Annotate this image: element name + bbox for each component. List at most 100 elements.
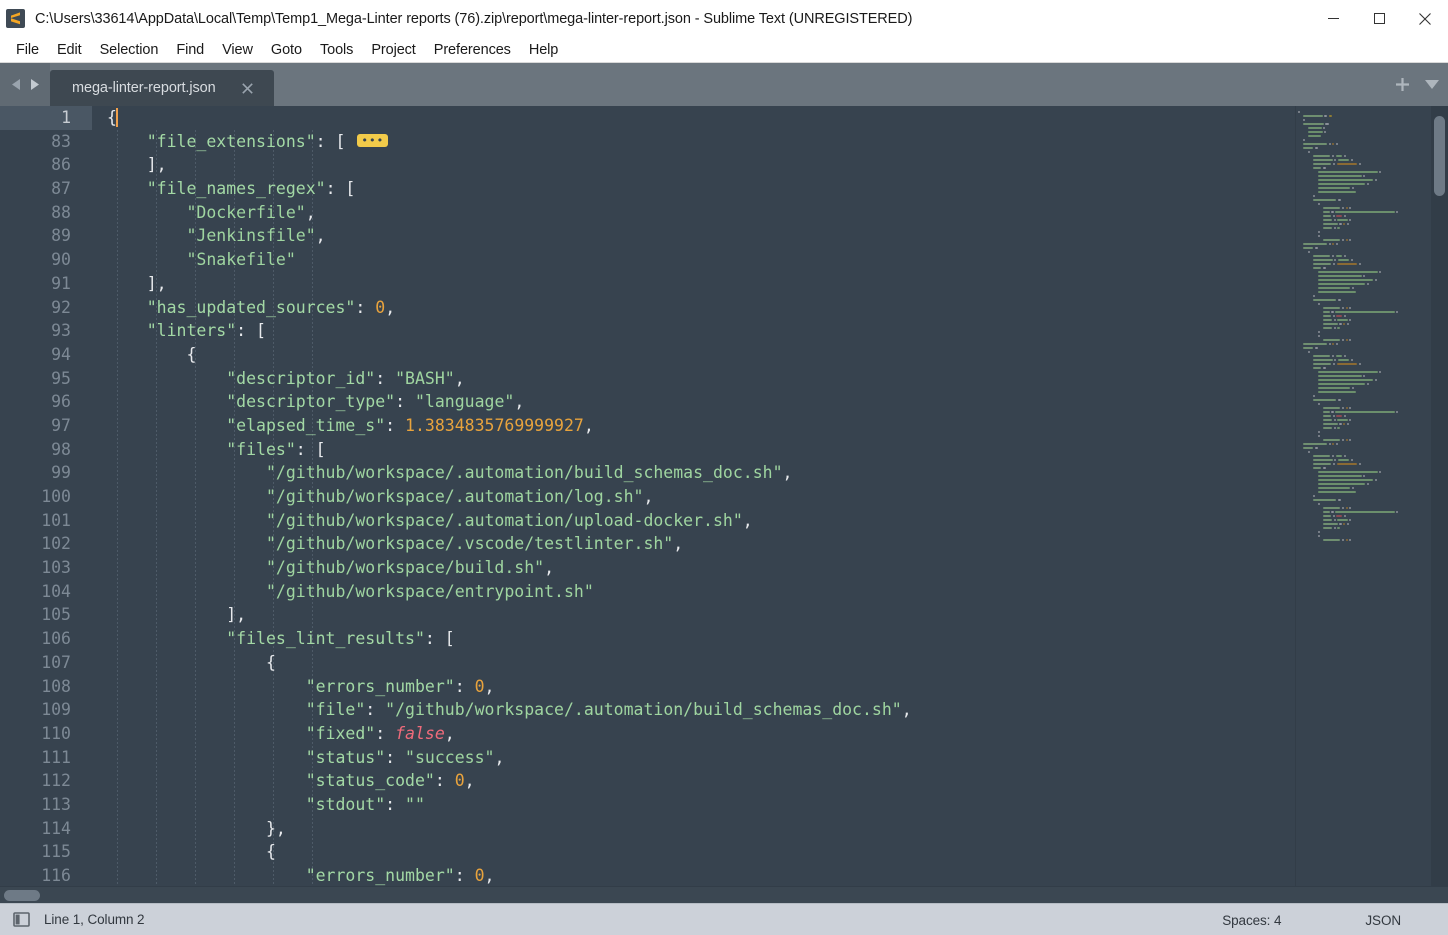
code-line[interactable]: 104 "/github/workspace/entrypoint.sh": [0, 580, 1295, 604]
line-number: 83: [0, 130, 92, 154]
menu-item-tools[interactable]: Tools: [311, 39, 362, 61]
code-line[interactable]: 103 "/github/workspace/build.sh",: [0, 556, 1295, 580]
code-line[interactable]: 111 "status": "success",: [0, 746, 1295, 770]
chevron-down-icon[interactable]: [1424, 79, 1440, 90]
code-line[interactable]: 101 "/github/workspace/.automation/uploa…: [0, 509, 1295, 533]
maximize-button[interactable]: [1356, 0, 1402, 37]
sublime-text-logo-icon: [6, 9, 25, 28]
line-number: 101: [0, 509, 92, 533]
code-line[interactable]: 96 "descriptor_type": "language",: [0, 390, 1295, 414]
line-number: 113: [0, 793, 92, 817]
code-line[interactable]: 105 ],: [0, 603, 1295, 627]
code-line-content: "stdout": "": [92, 793, 1295, 817]
horizontal-scrollbar-thumb[interactable]: [4, 890, 40, 901]
minimap-line: [1296, 538, 1448, 542]
code-line[interactable]: 98 "files": [: [0, 438, 1295, 462]
indentation-setting[interactable]: Spaces: 4: [1222, 913, 1281, 928]
code-line[interactable]: 88 "Dockerfile",: [0, 201, 1295, 225]
line-number: 104: [0, 580, 92, 604]
line-number: 86: [0, 153, 92, 177]
code-line-content: "Snakefile": [92, 248, 1295, 272]
line-number: 108: [0, 675, 92, 699]
code-line-content: ],: [92, 153, 1295, 177]
code-line[interactable]: 106 "files_lint_results": [: [0, 627, 1295, 651]
sidebar-toggle-icon[interactable]: [13, 911, 30, 928]
plus-icon[interactable]: [1395, 77, 1410, 92]
cursor-position[interactable]: Line 1, Column 2: [44, 912, 144, 927]
menu-item-help[interactable]: Help: [520, 39, 567, 61]
code-line-content: "Jenkinsfile",: [92, 224, 1295, 248]
code-line[interactable]: 1{: [0, 106, 1295, 130]
line-number: 107: [0, 651, 92, 675]
menu-item-selection[interactable]: Selection: [91, 39, 168, 61]
syntax-setting[interactable]: JSON: [1365, 913, 1401, 928]
editor-area[interactable]: 1{83 "file_extensions": [ •••86 ],87 "fi…: [0, 106, 1448, 886]
code-line[interactable]: 99 "/github/workspace/.automation/build_…: [0, 461, 1295, 485]
tab-mega-linter-report-json[interactable]: mega-linter-report.json: [50, 70, 274, 106]
code-line-content: "files_lint_results": [: [92, 627, 1295, 651]
code-line[interactable]: 116 "errors_number": 0,: [0, 864, 1295, 886]
code-line-content: "status": "success",: [92, 746, 1295, 770]
menu-item-project[interactable]: Project: [362, 39, 424, 61]
code-line[interactable]: 89 "Jenkinsfile",: [0, 224, 1295, 248]
line-number: 106: [0, 627, 92, 651]
code-line[interactable]: 97 "elapsed_time_s": 1.3834835769999927,: [0, 414, 1295, 438]
fold-marker-icon[interactable]: •••: [357, 134, 388, 147]
line-number: 100: [0, 485, 92, 509]
close-button[interactable]: [1402, 0, 1448, 37]
menu-item-file[interactable]: File: [7, 39, 48, 61]
triangle-left-icon[interactable]: [11, 78, 23, 91]
code-line[interactable]: 93 "linters": [: [0, 319, 1295, 343]
code-line-content: "fixed": false,: [92, 722, 1295, 746]
code-line[interactable]: 113 "stdout": "": [0, 793, 1295, 817]
minimize-button[interactable]: [1310, 0, 1356, 37]
menu-item-view[interactable]: View: [213, 39, 262, 61]
code-line[interactable]: 109 "file": "/github/workspace/.automati…: [0, 698, 1295, 722]
code-line[interactable]: 114 },: [0, 817, 1295, 841]
title-bar: C:\Users\33614\AppData\Local\Temp\Temp1_…: [0, 0, 1448, 37]
code-line[interactable]: 91 ],: [0, 272, 1295, 296]
code-line-content: "descriptor_type": "language",: [92, 390, 1295, 414]
code-line[interactable]: 90 "Snakefile": [0, 248, 1295, 272]
menu-item-edit[interactable]: Edit: [48, 39, 91, 61]
code-line-content: "/github/workspace/.automation/build_sch…: [92, 461, 1295, 485]
code-line[interactable]: 86 ],: [0, 153, 1295, 177]
horizontal-scrollbar[interactable]: [0, 886, 1448, 903]
triangle-right-icon[interactable]: [28, 78, 40, 91]
line-number: 96: [0, 390, 92, 414]
code-view[interactable]: 1{83 "file_extensions": [ •••86 ],87 "fi…: [0, 106, 1295, 886]
code-line[interactable]: 110 "fixed": false,: [0, 722, 1295, 746]
code-line[interactable]: 95 "descriptor_id": "BASH",: [0, 367, 1295, 391]
code-line[interactable]: 102 "/github/workspace/.vscode/testlinte…: [0, 532, 1295, 556]
code-line-content: "has_updated_sources": 0,: [92, 296, 1295, 320]
code-line-content: "file_names_regex": [: [92, 177, 1295, 201]
menu-item-find[interactable]: Find: [167, 39, 213, 61]
code-line[interactable]: 115 {: [0, 840, 1295, 864]
minimap[interactable]: [1295, 106, 1448, 886]
line-number: 89: [0, 224, 92, 248]
tab-bar-actions: [1395, 63, 1440, 106]
code-line-content: "/github/workspace/entrypoint.sh": [92, 580, 1295, 604]
code-line[interactable]: 112 "status_code": 0,: [0, 769, 1295, 793]
code-line-content: {: [92, 651, 1295, 675]
line-number: 99: [0, 461, 92, 485]
status-bar-right: Spaces: 4 JSON: [1222, 904, 1448, 935]
code-line[interactable]: 92 "has_updated_sources": 0,: [0, 296, 1295, 320]
vertical-scrollbar-thumb[interactable]: [1434, 116, 1445, 196]
code-line[interactable]: 83 "file_extensions": [ •••: [0, 130, 1295, 154]
code-line-content: },: [92, 817, 1295, 841]
code-line-content: "elapsed_time_s": 1.3834835769999927,: [92, 414, 1295, 438]
code-line-content: "linters": [: [92, 319, 1295, 343]
sublime-text-window: C:\Users\33614\AppData\Local\Temp\Temp1_…: [0, 0, 1448, 935]
menu-item-preferences[interactable]: Preferences: [425, 39, 520, 61]
code-line[interactable]: 87 "file_names_regex": [: [0, 177, 1295, 201]
code-line[interactable]: 100 "/github/workspace/.automation/log.s…: [0, 485, 1295, 509]
menu-item-goto[interactable]: Goto: [262, 39, 311, 61]
tab-label: mega-linter-report.json: [72, 80, 216, 96]
code-line[interactable]: 94 {: [0, 343, 1295, 367]
vertical-scrollbar[interactable]: [1431, 106, 1448, 886]
code-line[interactable]: 107 {: [0, 651, 1295, 675]
code-line-content: "errors_number": 0,: [92, 864, 1295, 886]
close-icon[interactable]: [240, 80, 256, 96]
code-line[interactable]: 108 "errors_number": 0,: [0, 675, 1295, 699]
